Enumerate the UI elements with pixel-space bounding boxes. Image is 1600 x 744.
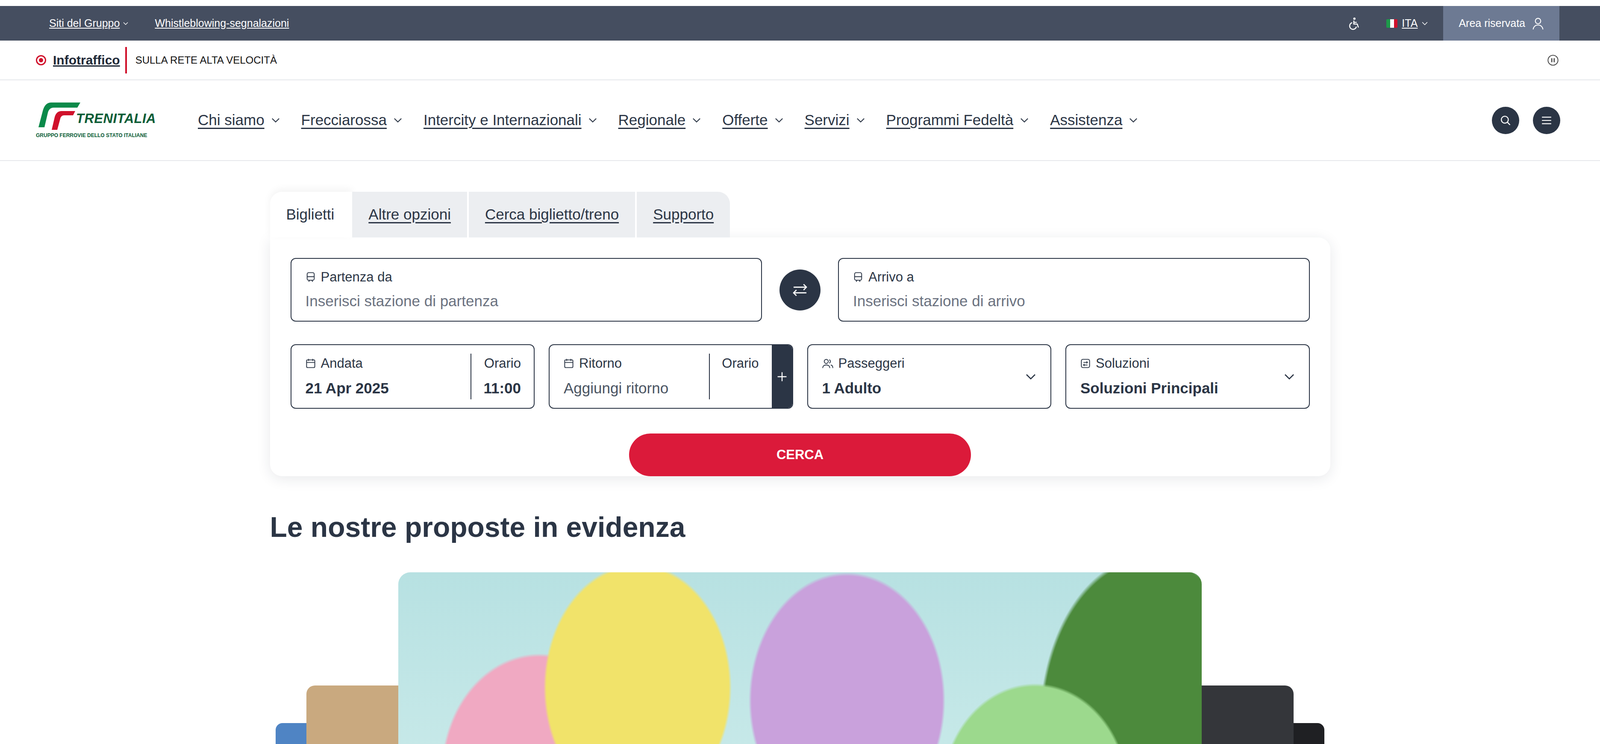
booking-form: Partenza da Arrivo a Andata 21 Apr 2025 … [270, 237, 1331, 477]
italy-flag-icon [1386, 19, 1398, 28]
station-icon [852, 271, 864, 283]
pause-icon[interactable] [1547, 54, 1559, 67]
booking-tab[interactable]: Supporto [636, 191, 730, 238]
chevron-down-icon [123, 21, 129, 26]
swap-icon [791, 282, 809, 298]
calendar-icon [305, 358, 316, 369]
options-icon [1080, 358, 1091, 369]
chevron-down-icon [271, 117, 280, 124]
featured-title: Le nostre proposte in evidenza [270, 510, 1331, 545]
return-time[interactable]: Orario [708, 353, 772, 400]
nav-item[interactable]: Regionale [618, 108, 702, 132]
nav-item[interactable]: Frecciarossa [301, 108, 403, 132]
trenitalia-logo[interactable]: TRENITALIA GRUPPO FERROVIE DELLO STATO I… [35, 101, 165, 140]
hamburger-icon [1541, 116, 1553, 125]
add-return-button[interactable] [771, 345, 793, 409]
user-icon [1532, 17, 1545, 30]
easter-promo-image[interactable] [398, 572, 1202, 744]
search-button[interactable] [1491, 106, 1520, 135]
chevron-down-icon [856, 117, 865, 124]
fs-logo-icon [35, 101, 83, 131]
return-date-field[interactable]: Ritorno Aggiungi ritorno Orario [548, 344, 794, 409]
infotraffic-bar: Infotraffico SULLA RETE ALTA VELOCITÀ [0, 40, 1600, 81]
top-links: Siti del Gruppo Whistleblowing-segnalazio… [49, 15, 289, 32]
reserved-area-button[interactable]: Area riservata [1443, 5, 1560, 41]
nav-item[interactable]: Intercity e Internazionali [423, 108, 598, 132]
chevron-down-icon [588, 117, 598, 124]
language-selector[interactable]: ITA [1386, 15, 1428, 32]
outbound-date-field[interactable]: Andata 21 Apr 2025 Orario 11:00 [290, 344, 536, 409]
nav-item[interactable]: Programmi Fedeltà [886, 108, 1030, 132]
promo-card[interactable] [306, 685, 399, 744]
infotraffic-link[interactable]: Infotraffico [52, 47, 127, 74]
nav-item[interactable]: Chi siamo [197, 108, 280, 132]
menu-button[interactable] [1532, 106, 1561, 135]
solutions-select[interactable]: Soluzioni Soluzioni Principali [1065, 344, 1310, 409]
booking-tab[interactable]: Altre opzioni [352, 191, 469, 238]
promo-card[interactable] [1293, 723, 1325, 744]
chevron-down-icon [1129, 117, 1138, 124]
booking-widget: BigliettiAltre opzioniCerca biglietto/tr… [270, 191, 1331, 477]
departure-field[interactable]: Partenza da [290, 258, 763, 322]
top-link[interactable]: Siti del Gruppo [49, 15, 129, 32]
arrival-input[interactable] [852, 287, 1295, 313]
main-nav: Chi siamo Frecciarossa Intercity e Interna… [197, 108, 1492, 132]
featured-section: Le nostre proposte in evidenza [270, 510, 1331, 545]
booking-tab[interactable]: Cerca biglietto/treno [468, 191, 637, 238]
nav-item[interactable]: Assistenza [1050, 108, 1138, 132]
search-icon [1499, 114, 1512, 127]
chevron-down-icon [1421, 21, 1428, 26]
live-dot-icon [35, 55, 47, 66]
outbound-time[interactable]: Orario 11:00 [470, 353, 534, 400]
booking-tabs: BigliettiAltre opzioniCerca biglietto/tr… [270, 191, 1331, 238]
passengers-select[interactable]: Passeggeri 1 Adulto [807, 344, 1052, 409]
top-link[interactable]: Whistleblowing-segnalazioni [154, 15, 289, 32]
station-icon [305, 271, 316, 283]
booking-tab[interactable]: Biglietti [270, 191, 353, 238]
infotraffic-message: SULLA RETE ALTA VELOCITÀ [135, 52, 277, 68]
search-submit-button[interactable]: CERCA [629, 433, 971, 477]
plus-icon [776, 371, 788, 383]
promo-card[interactable] [275, 723, 307, 744]
departure-input[interactable] [305, 287, 748, 313]
chevron-down-icon [774, 117, 784, 124]
nav-item[interactable]: Offerte [722, 108, 783, 132]
main-header: TRENITALIA GRUPPO FERROVIE DELLO STATO I… [0, 80, 1600, 162]
chevron-down-icon [1020, 117, 1029, 124]
swap-stations-button[interactable] [779, 269, 821, 311]
chevron-down-icon [692, 117, 701, 124]
accessibility-icon[interactable] [1347, 16, 1361, 31]
promo-card[interactable] [1201, 685, 1294, 744]
calendar-icon [563, 358, 574, 369]
nav-item[interactable]: Servizi [804, 108, 865, 132]
arrival-field[interactable]: Arrivo a [838, 258, 1310, 322]
chevron-down-icon [1025, 373, 1037, 381]
chevron-down-icon [1283, 373, 1295, 381]
people-icon [822, 358, 834, 369]
chevron-down-icon [393, 117, 403, 124]
top-bar: Siti del Gruppo Whistleblowing-segnalazio… [0, 5, 1600, 41]
featured-carousel [0, 572, 1600, 744]
